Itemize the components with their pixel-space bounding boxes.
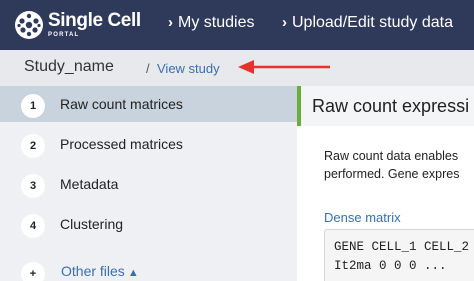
description-text: Raw count data enables performed. Gene e… bbox=[324, 147, 460, 183]
brand-title[interactable]: Single Cell bbox=[48, 10, 141, 32]
single-cell-logo-icon[interactable] bbox=[14, 10, 44, 40]
nav-link-upload-edit[interactable]: › Upload/Edit study data bbox=[282, 14, 453, 32]
code-line: It2ma 0 0 0 ... bbox=[334, 259, 447, 273]
step-number-badge: 2 bbox=[21, 134, 45, 158]
step-clustering[interactable]: 4 Clustering bbox=[0, 206, 297, 242]
step-metadata[interactable]: 3 Metadata bbox=[0, 166, 297, 202]
step-raw-count-matrices[interactable]: 1 Raw count matrices bbox=[0, 86, 297, 122]
main-header: Raw count expressi bbox=[301, 86, 474, 126]
brand-subtitle: PORTAL bbox=[48, 32, 80, 38]
caret-up-icon: ▲ bbox=[127, 267, 139, 279]
description-line: performed. Gene expres bbox=[324, 167, 460, 181]
plus-icon: + bbox=[21, 262, 45, 281]
dense-matrix-heading: Dense matrix bbox=[324, 210, 401, 225]
top-navbar: Single Cell PORTAL › My studies › Upload/E… bbox=[0, 0, 474, 50]
view-study-link[interactable]: View study bbox=[157, 61, 220, 76]
nav-link-my-studies-label: My studies bbox=[178, 14, 255, 31]
upload-steps-sidebar: 1 Raw count matrices 2 Processed matrice… bbox=[0, 86, 297, 281]
page-title: Raw count expressi bbox=[312, 96, 470, 116]
example-code-block: GENE CELL_1 CELL_2 It2ma 0 0 0 ... bbox=[324, 229, 474, 281]
step-processed-matrices[interactable]: 2 Processed matrices bbox=[0, 126, 297, 162]
step-label: Processed matrices bbox=[60, 136, 183, 152]
study-name: Study_name bbox=[24, 58, 114, 75]
nav-link-my-studies[interactable]: › My studies bbox=[168, 14, 254, 32]
active-indicator-bar bbox=[297, 86, 301, 126]
annotation-arrow-icon bbox=[238, 60, 330, 74]
chevron-right-icon: › bbox=[282, 14, 287, 31]
nav-link-upload-edit-label: Upload/Edit study data bbox=[292, 14, 453, 31]
description-line: Raw count data enables bbox=[324, 149, 459, 163]
code-line: GENE CELL_1 CELL_2 bbox=[334, 240, 470, 254]
other-files-toggle[interactable]: + Other files ▲ bbox=[0, 254, 297, 281]
step-number-badge: 1 bbox=[21, 94, 45, 118]
step-number-badge: 4 bbox=[21, 214, 45, 238]
breadcrumb-separator: / bbox=[146, 61, 150, 76]
step-label: Metadata bbox=[60, 176, 119, 192]
step-label: Raw count matrices bbox=[60, 96, 183, 112]
step-number-badge: 3 bbox=[21, 174, 45, 198]
other-files-label: Other files bbox=[61, 263, 125, 279]
chevron-right-icon: › bbox=[168, 14, 173, 31]
step-label: Clustering bbox=[60, 216, 124, 232]
other-files-label-wrap: Other files ▲ bbox=[61, 263, 139, 279]
